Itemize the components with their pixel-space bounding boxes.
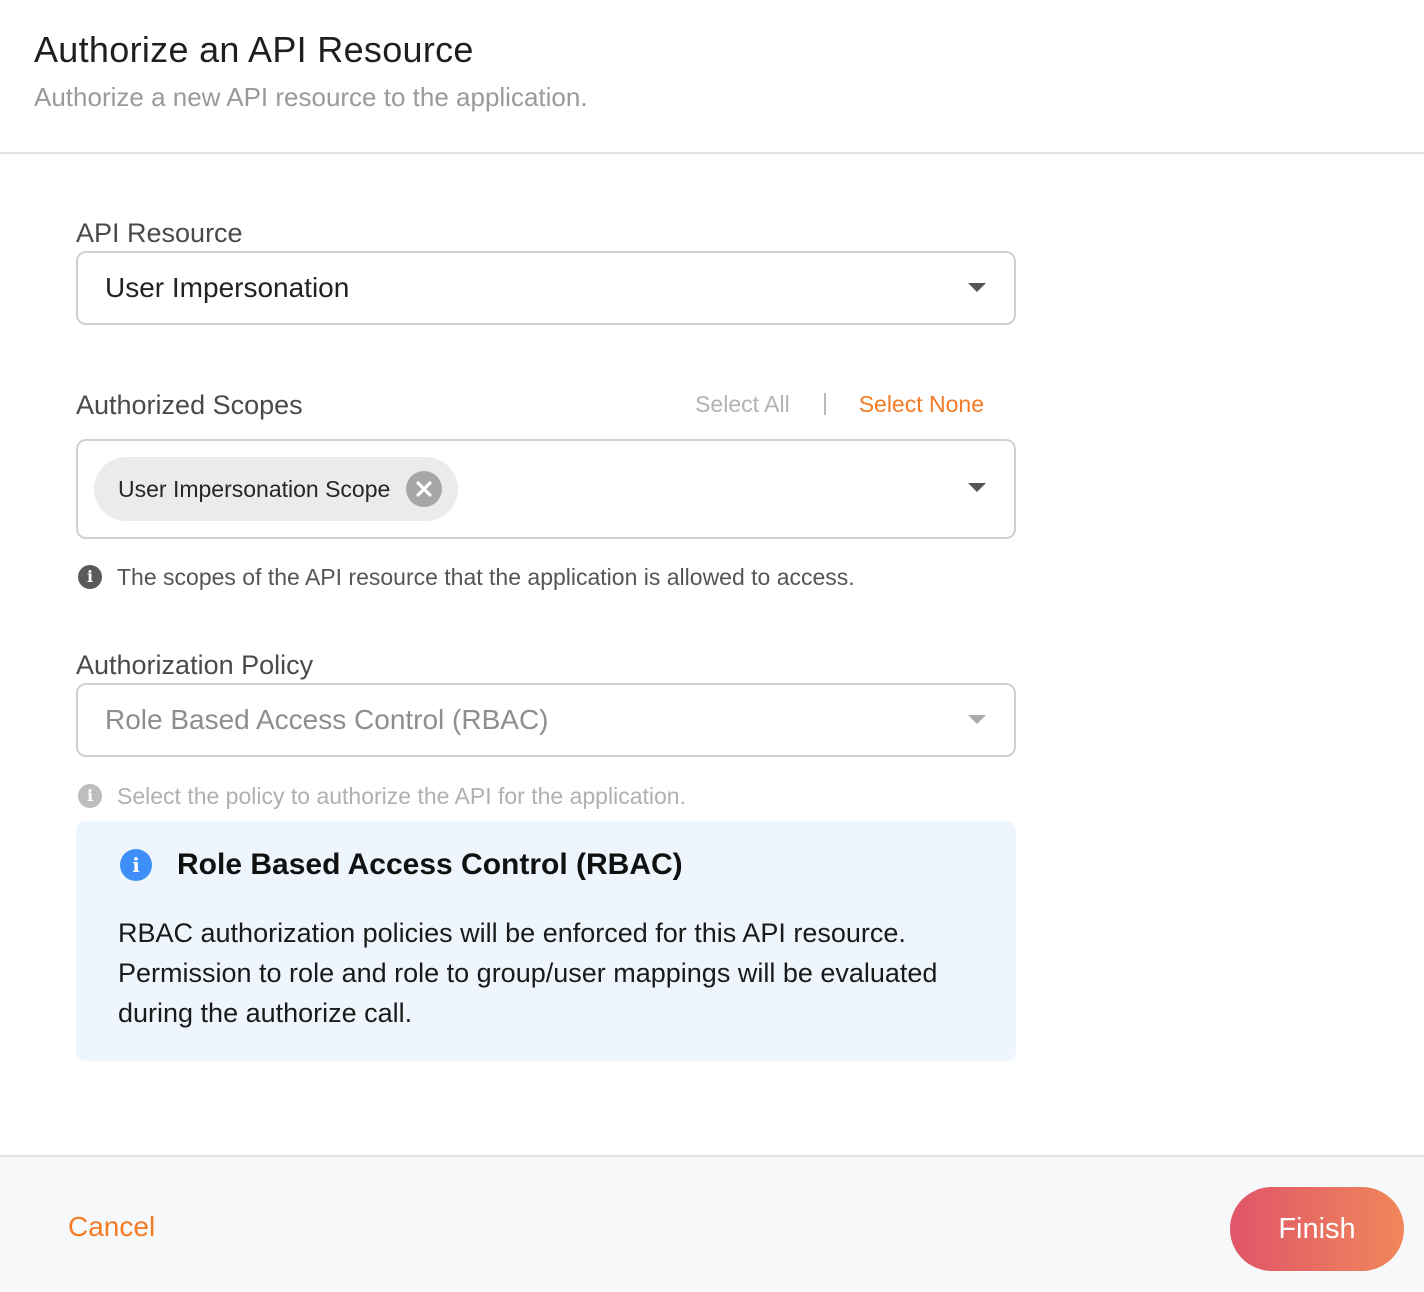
info-body: RBAC authorization policies will be enfo…	[118, 918, 938, 1028]
chevron-down-icon[interactable]	[968, 483, 986, 492]
authorized-scopes-select[interactable]: User Impersonation Scope	[76, 439, 1016, 539]
chevron-down-icon[interactable]	[968, 283, 986, 292]
modal-subtitle: Authorize a new API resource to the appl…	[34, 82, 588, 112]
info-title-row: i Role Based Access Control (RBAC)	[120, 847, 683, 883]
info-icon: i	[120, 849, 152, 881]
policy-hint: i Select the policy to authorize the API…	[78, 782, 686, 810]
scopes-hint: i The scopes of the API resource that th…	[78, 563, 855, 591]
scopes-hint-text: The scopes of the API resource that the …	[117, 564, 855, 590]
authorization-policy-label: Authorization Policy	[76, 650, 314, 680]
cancel-button[interactable]: Cancel	[68, 1211, 155, 1243]
select-all-link[interactable]: Select All	[695, 390, 790, 418]
authorized-scopes-label: Authorized Scopes	[76, 390, 303, 420]
info-icon: i	[78, 784, 102, 808]
chevron-down-icon[interactable]	[968, 715, 986, 724]
authorize-api-resource-modal: Authorize an API Resource Authorize a ne…	[0, 0, 1424, 1292]
modal-footer: Cancel Finish	[0, 1155, 1424, 1292]
modal-header: Authorize an API Resource Authorize a ne…	[0, 0, 1424, 154]
api-resource-label: API Resource	[76, 218, 243, 248]
scope-chip-label: User Impersonation Scope	[118, 476, 391, 502]
scope-actions: Select All Select None	[695, 390, 984, 418]
scope-chip: User Impersonation Scope	[94, 457, 459, 521]
select-none-link[interactable]: Select None	[859, 390, 984, 418]
authorization-policy-value: Role Based Access Control (RBAC)	[105, 704, 549, 735]
finish-button[interactable]: Finish	[1230, 1187, 1404, 1271]
info-title: Role Based Access Control (RBAC)	[177, 848, 683, 881]
divider	[823, 393, 826, 415]
api-resource-select[interactable]: User Impersonation	[76, 251, 1016, 325]
modal-title: Authorize an API Resource	[34, 29, 474, 70]
policy-hint-text: Select the policy to authorize the API f…	[117, 783, 686, 809]
authorization-policy-select[interactable]: Role Based Access Control (RBAC)	[76, 683, 1016, 757]
close-icon[interactable]	[406, 471, 443, 507]
rbac-info-message: i Role Based Access Control (RBAC) RBAC …	[76, 821, 1016, 1061]
info-icon: i	[78, 565, 102, 589]
api-resource-value: User Impersonation	[105, 272, 350, 303]
